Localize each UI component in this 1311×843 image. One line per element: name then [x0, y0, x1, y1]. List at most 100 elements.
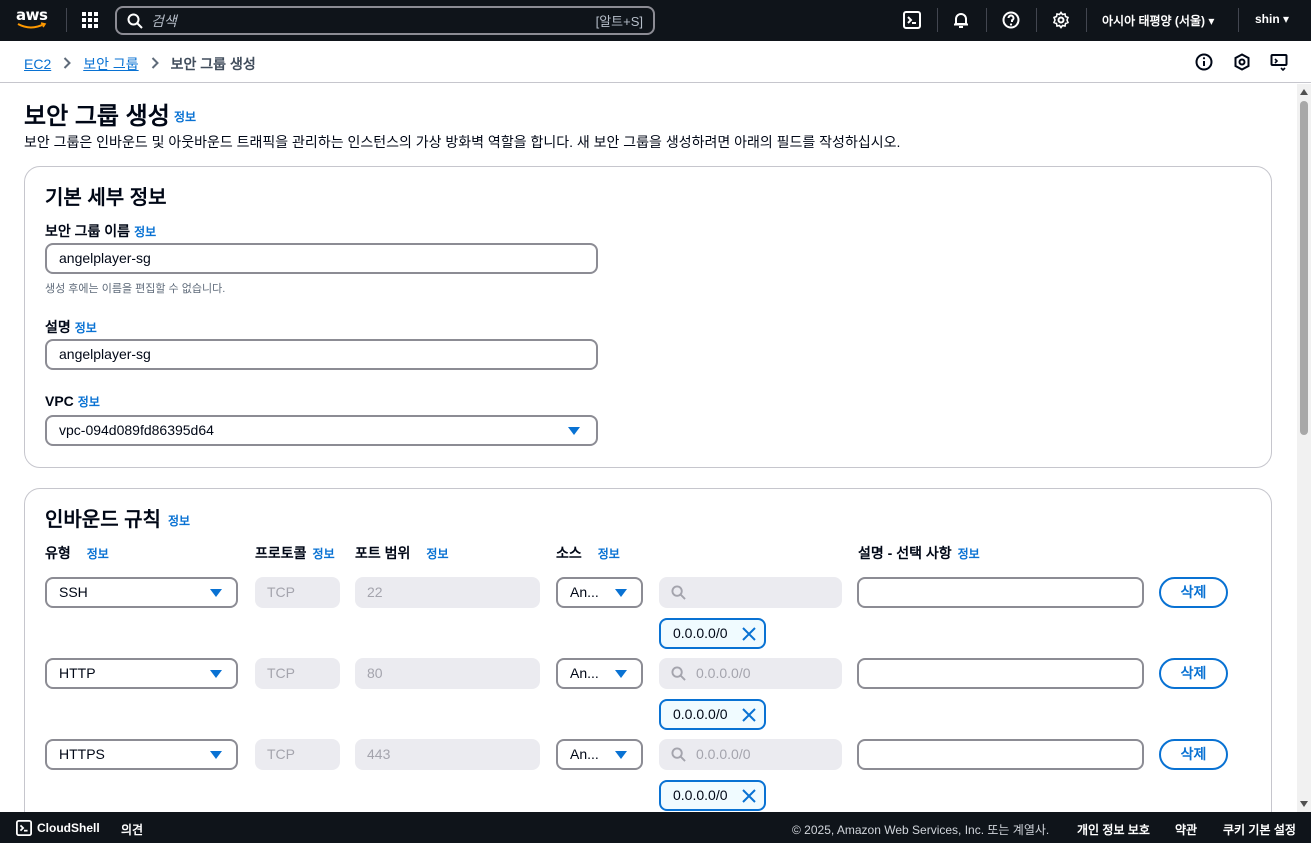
cidr-token: 0.0.0.0/0	[659, 780, 766, 811]
caret-down-icon	[210, 589, 222, 597]
vpc-label-text: VPC	[45, 393, 74, 409]
delete-rule-button[interactable]: 삭제	[1159, 739, 1228, 770]
sg-name-info-link[interactable]: 정보	[134, 225, 156, 239]
sg-name-input[interactable]: angelplayer-sg	[45, 243, 598, 274]
col-port-header: 포트 범위 정보	[355, 543, 449, 563]
rule-protocol: TCP	[255, 658, 340, 689]
rule-type-value: HTTPS	[59, 746, 105, 762]
rule-cidr-placeholder: 0.0.0.0/0	[696, 746, 751, 762]
basic-details-panel: 기본 세부 정보 보안 그룹 이름 정보 angelplayer-sg 생성 후에…	[24, 166, 1272, 468]
sg-name-hint: 생성 후에는 이름을 편집할 수 없습니다.	[45, 283, 226, 295]
caret-down-icon	[568, 427, 580, 435]
col-type-info-link[interactable]: 정보	[87, 547, 109, 561]
delete-rule-button[interactable]: 삭제	[1159, 658, 1228, 689]
vpc-select[interactable]: vpc-094d089fd86395d64	[45, 415, 598, 446]
close-icon[interactable]	[742, 627, 756, 641]
breadcrumb-security-groups[interactable]: 보안 그룹	[83, 54, 138, 74]
col-description-header: 설명 - 선택 사항 정보	[858, 543, 980, 563]
top-navigation: aws 검색 [알트+S] 아시아 태평양 (서울) ▾ shin ▾	[0, 0, 1311, 41]
aws-logo[interactable]: aws	[16, 8, 50, 32]
col-port-info-link[interactable]: 정보	[426, 547, 448, 561]
main-content: 보안 그룹 생성 정보 보안 그룹은 인바운드 및 아웃바운드 트래픽을 관리하…	[0, 84, 1297, 812]
copyright: © 2025, Amazon Web Services, Inc. 또는 계열사…	[792, 823, 1050, 837]
scroll-down-icon[interactable]	[1300, 801, 1308, 807]
page-scrollbar[interactable]	[1297, 84, 1311, 812]
sg-name-label: 보안 그룹 이름 정보	[45, 221, 156, 241]
search-shortcut: [알트+S]	[595, 14, 643, 29]
rule-description-input[interactable]	[857, 577, 1144, 608]
col-source-header: 소스 정보	[556, 543, 620, 563]
breadcrumb-separator-icon	[63, 56, 72, 72]
inbound-rules-info-link[interactable]: 정보	[168, 512, 190, 529]
nav-divider	[1238, 8, 1239, 32]
cloudshell-icon[interactable]	[903, 11, 921, 29]
cidr-token-value: 0.0.0.0/0	[673, 706, 728, 722]
caret-down-icon	[615, 589, 627, 597]
breadcrumb-ec2[interactable]: EC2	[24, 56, 51, 72]
col-protocol-header: 프로토콜 정보	[255, 543, 335, 563]
scroll-up-icon[interactable]	[1300, 89, 1308, 95]
help-panel-icon[interactable]	[1270, 53, 1288, 71]
basic-details-title: 기본 세부 정보	[45, 187, 167, 209]
col-description-info-link[interactable]: 정보	[958, 547, 980, 561]
privacy-link[interactable]: 개인 정보 보호	[1077, 821, 1150, 838]
cidr-token: 0.0.0.0/0	[659, 699, 766, 730]
cloudshell-icon[interactable]	[16, 820, 32, 836]
description-label: 설명 정보	[45, 317, 97, 337]
footer: CloudShell 의견 © 2025, Amazon Web Service…	[0, 812, 1311, 843]
close-icon[interactable]	[742, 789, 756, 803]
col-protocol-info-link[interactable]: 정보	[313, 547, 335, 561]
rule-type-select[interactable]: HTTPS	[45, 739, 238, 770]
description-info-link[interactable]: 정보	[75, 321, 97, 335]
rule-source-select[interactable]: An...	[556, 577, 643, 608]
rule-description-input[interactable]	[857, 658, 1144, 689]
cidr-token-value: 0.0.0.0/0	[673, 625, 728, 641]
region-selector[interactable]: 아시아 태평양 (서울) ▾	[1102, 12, 1214, 29]
col-type-header: 유형 정보	[45, 543, 109, 563]
nav-divider	[1086, 8, 1087, 32]
sg-name-label-text: 보안 그룹 이름	[45, 223, 131, 239]
vpc-label: VPC 정보	[45, 393, 100, 410]
nav-divider	[986, 8, 987, 32]
rule-cidr-search[interactable]: 0.0.0.0/0	[659, 739, 842, 770]
delete-rule-button[interactable]: 삭제	[1159, 577, 1228, 608]
scrollbar-thumb[interactable]	[1300, 101, 1308, 435]
rule-type-select[interactable]: SSH	[45, 577, 238, 608]
feedback-link[interactable]: 의견	[121, 821, 143, 838]
breadcrumb-bar: EC2 보안 그룹 보안 그룹 생성	[0, 41, 1311, 83]
terms-link[interactable]: 약관	[1175, 821, 1197, 838]
col-description-text: 설명 - 선택 사항	[858, 545, 952, 561]
cloudshell-link[interactable]: CloudShell	[37, 821, 100, 835]
settings-gear-icon[interactable]	[1052, 11, 1070, 29]
rule-port-range: 22	[355, 577, 540, 608]
nav-divider	[1036, 8, 1037, 32]
rule-source-select[interactable]: An...	[556, 739, 643, 770]
cookie-preferences-link[interactable]: 쿠키 기본 설정	[1223, 821, 1296, 838]
description-input[interactable]: angelplayer-sg	[45, 339, 598, 370]
rule-type-value: HTTP	[59, 665, 96, 681]
notifications-bell-icon[interactable]	[952, 11, 970, 29]
rule-source-value: An...	[570, 665, 599, 681]
col-source-info-link[interactable]: 정보	[598, 547, 620, 561]
services-grid-icon[interactable]	[82, 12, 98, 28]
tutorials-icon[interactable]	[1233, 53, 1251, 71]
account-menu[interactable]: shin ▾	[1255, 12, 1289, 26]
rule-cidr-placeholder: 0.0.0.0/0	[696, 665, 751, 681]
cidr-token-value: 0.0.0.0/0	[673, 787, 728, 803]
rule-cidr-search[interactable]	[659, 577, 842, 608]
rule-cidr-search[interactable]: 0.0.0.0/0	[659, 658, 842, 689]
vpc-info-link[interactable]: 정보	[78, 395, 100, 409]
close-icon[interactable]	[742, 708, 756, 722]
rule-source-select[interactable]: An...	[556, 658, 643, 689]
search-bar[interactable]: 검색 [알트+S]	[115, 6, 655, 35]
rule-source-value: An...	[570, 746, 599, 762]
page-info-link[interactable]: 정보	[174, 108, 196, 125]
rule-type-select[interactable]: HTTP	[45, 658, 238, 689]
info-panel-icon[interactable]	[1195, 53, 1213, 71]
nav-divider	[937, 8, 938, 32]
help-icon[interactable]	[1002, 11, 1020, 29]
vpc-select-value: vpc-094d089fd86395d64	[59, 422, 214, 438]
rule-description-input[interactable]	[857, 739, 1144, 770]
search-icon	[671, 747, 686, 762]
rule-protocol: TCP	[255, 577, 340, 608]
